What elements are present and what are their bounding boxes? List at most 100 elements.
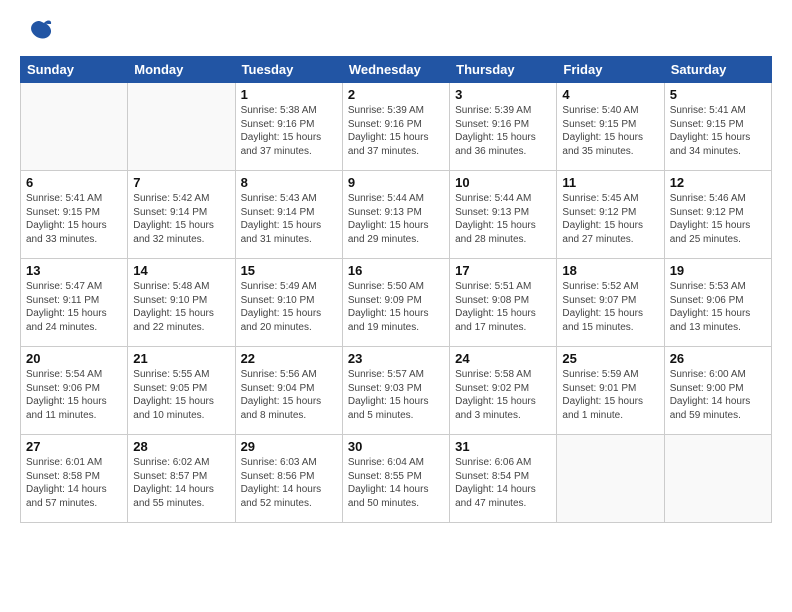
day-number: 28 xyxy=(133,439,229,454)
day-number: 5 xyxy=(670,87,766,102)
calendar-cell: 10 Sunrise: 5:44 AMSunset: 9:13 PMDayligh… xyxy=(450,171,557,259)
calendar-cell: 21 Sunrise: 5:55 AMSunset: 9:05 PMDayligh… xyxy=(128,347,235,435)
day-detail: Sunrise: 6:04 AMSunset: 8:55 PMDaylight:… xyxy=(348,456,444,510)
day-number: 13 xyxy=(26,263,122,278)
calendar-cell: 29 Sunrise: 6:03 AMSunset: 8:56 PMDayligh… xyxy=(235,435,342,523)
calendar-cell: 14Sunrise: 5:48 AMSunset: 9:10 PMDayligh… xyxy=(128,259,235,347)
day-detail: Sunrise: 5:52 AMSunset: 9:07 PMDaylight:… xyxy=(562,280,658,334)
day-number: 7 xyxy=(133,175,229,190)
day-number: 26 xyxy=(670,351,766,366)
calendar-cell: 18 Sunrise: 5:52 AMSunset: 9:07 PMDayligh… xyxy=(557,259,664,347)
day-number: 21 xyxy=(133,351,229,366)
day-number: 9 xyxy=(348,175,444,190)
calendar-cell: 15 Sunrise: 5:49 AMSunset: 9:10 PMDayligh… xyxy=(235,259,342,347)
day-detail: Sunrise: 5:51 AMSunset: 9:08 PMDaylight:… xyxy=(455,280,551,334)
day-detail: Sunrise: 6:06 AMSunset: 8:54 PMDaylight:… xyxy=(455,456,551,510)
day-detail: Sunrise: 5:45 AMSunset: 9:12 PMDaylight:… xyxy=(562,192,658,246)
day-detail: Sunrise: 6:00 AMSunset: 9:00 PMDaylight:… xyxy=(670,368,766,422)
day-number: 3 xyxy=(455,87,551,102)
weekday-header: Sunday xyxy=(21,57,128,83)
day-number: 29 xyxy=(241,439,337,454)
calendar-cell: 28 Sunrise: 6:02 AMSunset: 8:57 PMDayligh… xyxy=(128,435,235,523)
day-number: 15 xyxy=(241,263,337,278)
day-number: 2 xyxy=(348,87,444,102)
day-detail: Sunrise: 5:41 AMSunset: 9:15 PMDaylight:… xyxy=(670,104,766,158)
calendar-cell: 1 Sunrise: 5:38 AMSunset: 9:16 PMDaylight… xyxy=(235,83,342,171)
calendar-cell: 26 Sunrise: 6:00 AMSunset: 9:00 PMDayligh… xyxy=(664,347,771,435)
day-detail: Sunrise: 5:39 AMSunset: 9:16 PMDaylight:… xyxy=(455,104,551,158)
day-number: 17 xyxy=(455,263,551,278)
calendar-cell xyxy=(557,435,664,523)
day-detail: Sunrise: 5:43 AMSunset: 9:14 PMDaylight:… xyxy=(241,192,337,246)
day-detail: Sunrise: 5:40 AMSunset: 9:15 PMDaylight:… xyxy=(562,104,658,158)
day-detail: Sunrise: 5:50 AMSunset: 9:09 PMDaylight:… xyxy=(348,280,444,334)
calendar-week-row: 1 Sunrise: 5:38 AMSunset: 9:16 PMDaylight… xyxy=(21,83,772,171)
day-detail: Sunrise: 6:01 AMSunset: 8:58 PMDaylight:… xyxy=(26,456,122,510)
calendar-week-row: 13 Sunrise: 5:47 AMSunset: 9:11 PMDayligh… xyxy=(21,259,772,347)
calendar-cell: 22 Sunrise: 5:56 AMSunset: 9:04 PMDayligh… xyxy=(235,347,342,435)
day-number: 11 xyxy=(562,175,658,190)
calendar-week-row: 20 Sunrise: 5:54 AMSunset: 9:06 PMDayligh… xyxy=(21,347,772,435)
page: SundayMondayTuesdayWednesdayThursdayFrid… xyxy=(0,0,792,539)
calendar-cell: 8 Sunrise: 5:43 AMSunset: 9:14 PMDaylight… xyxy=(235,171,342,259)
day-detail: Sunrise: 6:03 AMSunset: 8:56 PMDaylight:… xyxy=(241,456,337,510)
day-number: 4 xyxy=(562,87,658,102)
calendar-cell: 19Sunrise: 5:53 AMSunset: 9:06 PMDayligh… xyxy=(664,259,771,347)
calendar-cell: 4 Sunrise: 5:40 AMSunset: 9:15 PMDaylight… xyxy=(557,83,664,171)
calendar-cell: 17 Sunrise: 5:51 AMSunset: 9:08 PMDayligh… xyxy=(450,259,557,347)
day-number: 20 xyxy=(26,351,122,366)
logo-bird-icon xyxy=(24,16,54,46)
calendar-cell: 24 Sunrise: 5:58 AMSunset: 9:02 PMDayligh… xyxy=(450,347,557,435)
day-detail: Sunrise: 5:56 AMSunset: 9:04 PMDaylight:… xyxy=(241,368,337,422)
weekday-header: Tuesday xyxy=(235,57,342,83)
weekday-header: Monday xyxy=(128,57,235,83)
day-detail: Sunrise: 5:58 AMSunset: 9:02 PMDaylight:… xyxy=(455,368,551,422)
calendar-cell: 3 Sunrise: 5:39 AMSunset: 9:16 PMDaylight… xyxy=(450,83,557,171)
day-detail: Sunrise: 5:38 AMSunset: 9:16 PMDaylight:… xyxy=(241,104,337,158)
day-number: 16 xyxy=(348,263,444,278)
day-number: 23 xyxy=(348,351,444,366)
day-detail: Sunrise: 6:02 AMSunset: 8:57 PMDaylight:… xyxy=(133,456,229,510)
calendar-cell: 6 Sunrise: 5:41 AMSunset: 9:15 PMDaylight… xyxy=(21,171,128,259)
day-number: 24 xyxy=(455,351,551,366)
day-number: 22 xyxy=(241,351,337,366)
calendar-cell: 27 Sunrise: 6:01 AMSunset: 8:58 PMDayligh… xyxy=(21,435,128,523)
day-detail: Sunrise: 5:59 AMSunset: 9:01 PMDaylight:… xyxy=(562,368,658,422)
day-number: 27 xyxy=(26,439,122,454)
weekday-header: Saturday xyxy=(664,57,771,83)
weekday-header: Wednesday xyxy=(342,57,449,83)
day-detail: Sunrise: 5:49 AMSunset: 9:10 PMDaylight:… xyxy=(241,280,337,334)
calendar-table: SundayMondayTuesdayWednesdayThursdayFrid… xyxy=(20,56,772,523)
day-number: 1 xyxy=(241,87,337,102)
day-detail: Sunrise: 5:55 AMSunset: 9:05 PMDaylight:… xyxy=(133,368,229,422)
day-number: 8 xyxy=(241,175,337,190)
day-detail: Sunrise: 5:53 AMSunset: 9:06 PMDaylight:… xyxy=(670,280,766,334)
weekday-header: Friday xyxy=(557,57,664,83)
calendar-week-row: 6 Sunrise: 5:41 AMSunset: 9:15 PMDaylight… xyxy=(21,171,772,259)
day-detail: Sunrise: 5:44 AMSunset: 9:13 PMDaylight:… xyxy=(348,192,444,246)
day-detail: Sunrise: 5:41 AMSunset: 9:15 PMDaylight:… xyxy=(26,192,122,246)
calendar-cell xyxy=(664,435,771,523)
weekday-header: Thursday xyxy=(450,57,557,83)
calendar-cell: 13 Sunrise: 5:47 AMSunset: 9:11 PMDayligh… xyxy=(21,259,128,347)
day-number: 6 xyxy=(26,175,122,190)
calendar-cell: 5 Sunrise: 5:41 AMSunset: 9:15 PMDaylight… xyxy=(664,83,771,171)
day-detail: Sunrise: 5:39 AMSunset: 9:16 PMDaylight:… xyxy=(348,104,444,158)
calendar-cell: 16 Sunrise: 5:50 AMSunset: 9:09 PMDayligh… xyxy=(342,259,449,347)
day-detail: Sunrise: 5:54 AMSunset: 9:06 PMDaylight:… xyxy=(26,368,122,422)
day-number: 31 xyxy=(455,439,551,454)
day-detail: Sunrise: 5:44 AMSunset: 9:13 PMDaylight:… xyxy=(455,192,551,246)
calendar-cell: 12Sunrise: 5:46 AMSunset: 9:12 PMDayligh… xyxy=(664,171,771,259)
calendar-cell: 25Sunrise: 5:59 AMSunset: 9:01 PMDayligh… xyxy=(557,347,664,435)
calendar-week-row: 27 Sunrise: 6:01 AMSunset: 8:58 PMDayligh… xyxy=(21,435,772,523)
calendar-cell: 9 Sunrise: 5:44 AMSunset: 9:13 PMDaylight… xyxy=(342,171,449,259)
day-number: 18 xyxy=(562,263,658,278)
calendar-cell: 7Sunrise: 5:42 AMSunset: 9:14 PMDaylight… xyxy=(128,171,235,259)
day-detail: Sunrise: 5:46 AMSunset: 9:12 PMDaylight:… xyxy=(670,192,766,246)
day-detail: Sunrise: 5:47 AMSunset: 9:11 PMDaylight:… xyxy=(26,280,122,334)
day-number: 10 xyxy=(455,175,551,190)
calendar-cell: 11 Sunrise: 5:45 AMSunset: 9:12 PMDayligh… xyxy=(557,171,664,259)
calendar-cell xyxy=(128,83,235,171)
calendar-cell: 30Sunrise: 6:04 AMSunset: 8:55 PMDayligh… xyxy=(342,435,449,523)
day-detail: Sunrise: 5:57 AMSunset: 9:03 PMDaylight:… xyxy=(348,368,444,422)
